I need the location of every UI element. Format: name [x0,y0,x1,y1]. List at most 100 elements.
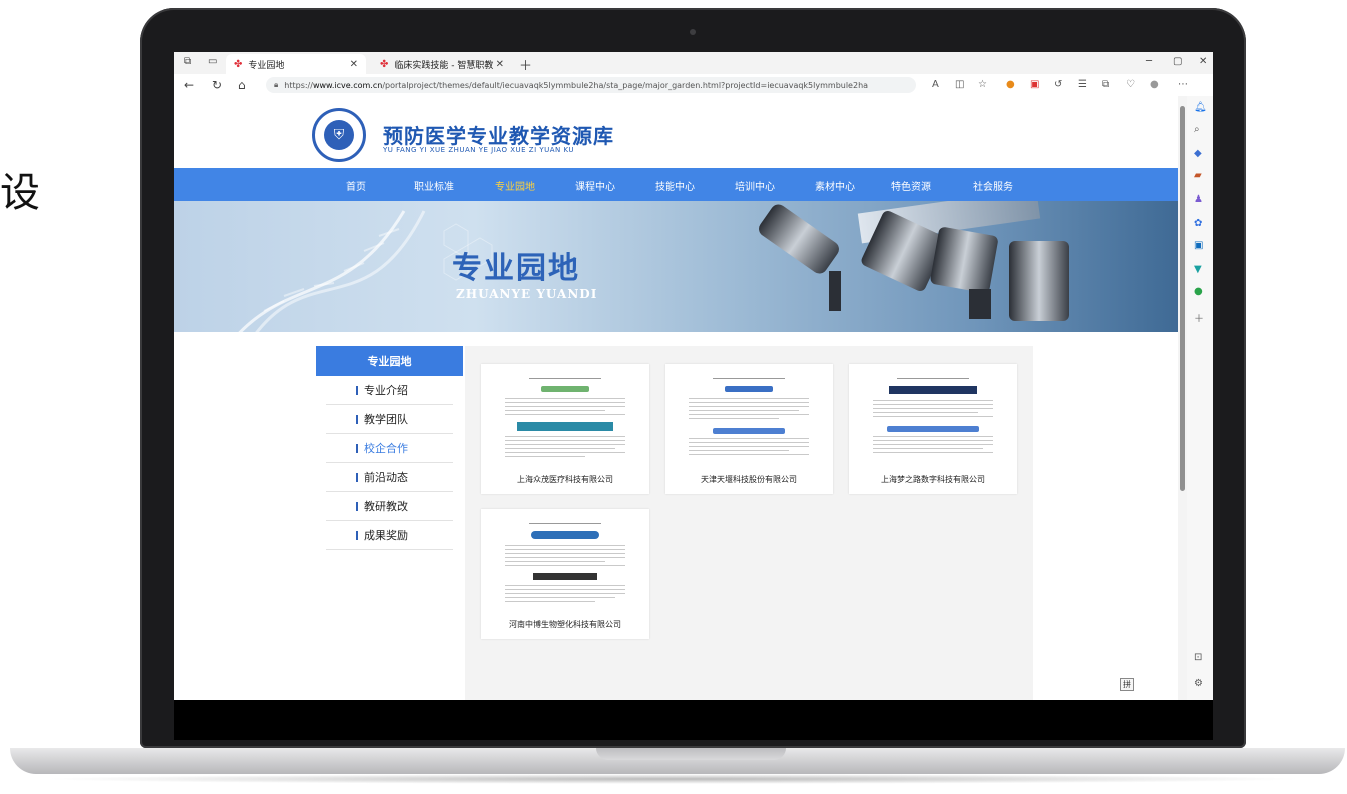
new-tab-icon[interactable]: ＋ [519,55,532,74]
company-card[interactable]: 河南中博生物塑化科技有限公司 [481,509,649,639]
nav-training[interactable]: 培训中心 [735,178,775,193]
tab-strip: ⧉ ▭ ✤ 专业园地 ✕ ✤ 临床实践技能 - 智慧职教 ✕ ＋ ─ ▢ ✕ [174,52,1213,74]
scrollbar-thumb[interactable] [1180,106,1185,491]
laptop-notch [596,748,786,760]
browser-window: ⧉ ▭ ✤ 专业园地 ✕ ✤ 临床实践技能 - 智慧职教 ✕ ＋ ─ ▢ ✕ ←… [174,52,1213,700]
document-thumbnail [499,372,631,460]
laptop-shadow [40,774,1307,784]
nav-featured[interactable]: 特色资源 [891,178,931,193]
camera-dot [690,29,696,35]
close-window-icon[interactable]: ✕ [1199,56,1207,67]
tag-icon[interactable]: ◆ [1194,148,1202,159]
url-field[interactable]: 🔒︎ https://www.icve.com.cn/portalproject… [266,77,916,93]
games-icon[interactable]: ♟ [1194,194,1203,205]
office-icon[interactable]: ✿ [1194,218,1202,229]
minimize-icon[interactable]: ─ [1146,56,1152,67]
favorites-list-icon[interactable]: ☰ [1078,79,1087,90]
maximize-icon[interactable]: ▢ [1173,56,1182,67]
url-domain: www.icve.com.cn [312,80,383,90]
extension-color-icon[interactable]: ● [1006,79,1015,90]
profile-avatar-icon[interactable]: ● [1150,79,1159,90]
nav-skills[interactable]: 技能中心 [655,178,695,193]
web-page: ⛨ 预防医学专业教学资源库 YU FANG YI XUE ZHUAN YE JI… [174,96,1178,700]
collections-icon[interactable]: ⧉ [1102,79,1109,90]
more-menu-icon[interactable]: ⋯ [1178,79,1188,90]
shopping-icon[interactable]: ▰ [1194,170,1202,181]
sidebar-heading: 专业园地 [316,346,463,376]
search-icon[interactable]: ⌕ [1194,124,1200,135]
sidebar-item-label: 教研教改 [364,500,408,513]
designer-icon[interactable]: ▼ [1194,264,1202,275]
site-favicon-icon: ✤ [234,58,243,70]
bell-icon[interactable]: 🔔︎ [1194,102,1207,113]
company-name: 河南中博生物塑化科技有限公司 [509,620,621,629]
spotify-icon[interactable]: ● [1194,286,1203,297]
document-thumbnail [683,372,815,460]
company-name: 上海众茂医疗科技有限公司 [517,475,613,484]
bullet-bar [356,385,358,395]
hero-banner: 专业园地 ZHUANYE YUANDI [174,201,1178,332]
nav-social-service[interactable]: 社会服务 [973,178,1013,193]
site-subtitle: YU FANG YI XUE ZHUAN YE JIAO XUE ZI YUAN… [383,146,575,154]
bullet-bar [356,443,358,453]
edge-sidebar: 🔔︎ ⌕ ◆ ▰ ♟ ✿ ▣ ▼ ● ＋ ⊡ ⚙ [1187,96,1213,700]
nav-standards[interactable]: 职业标准 [414,178,454,193]
sidebar-item-label: 前沿动态 [364,471,408,484]
main-navigation: 首页 职业标准 专业园地 课程中心 技能中心 培训中心 素材中心 特色资源 社会… [174,168,1178,201]
sidebar-item-awards[interactable]: 成果奖励 [326,521,453,550]
content-area: 专业园地 专业介绍 教学团队 校企合作 前沿动态 教研教改 成果奖励 上海众茂医… [174,332,1178,700]
company-card[interactable]: 上海梦之路数字科技有限公司 [849,364,1017,494]
site-header: ⛨ 预防医学专业教学资源库 YU FANG YI XUE ZHUAN YE JI… [174,96,1178,168]
split-screen-icon[interactable]: ⊡ [1194,652,1202,663]
add-sidebar-icon[interactable]: ＋ [1194,310,1204,325]
sidebar-item-label: 教学团队 [364,413,408,426]
sidebar-item-reform[interactable]: 教研教改 [326,492,453,521]
nav-home[interactable]: 首页 [346,178,366,193]
ime-indicator[interactable]: 拼 [1120,678,1134,691]
lock-icon: 🔒︎ [274,80,279,89]
bullet-bar [356,530,358,540]
extension-loop-icon[interactable]: ↺ [1054,79,1062,90]
site-favicon-icon: ✤ [380,58,389,70]
nav-courses[interactable]: 课程中心 [575,178,615,193]
sidebar-item-label: 校企合作 [364,442,408,455]
refresh-icon[interactable]: ↻ [212,78,222,92]
address-toolbar: ← ↻ ⌂ 🔒︎ https://www.icve.com.cn/portalp… [174,74,1213,97]
nav-major-garden[interactable]: 专业园地 [495,178,535,193]
company-card[interactable]: 天津天堰科技股份有限公司 [665,364,833,494]
site-title: 预防医学专业教学资源库 [383,124,614,148]
tab-major-garden[interactable]: ✤ 专业园地 ✕ [226,54,366,74]
read-aloud-icon[interactable]: A [932,79,939,90]
document-thumbnail [867,372,999,460]
extension-red-icon[interactable]: ▣ [1030,79,1039,90]
screen-bezel [174,700,1213,740]
page-scrollbar[interactable] [1178,96,1187,700]
tab-actions-icon[interactable]: ▭ [208,56,217,67]
partial-side-character: 设 [0,170,40,216]
site-logo[interactable]: ⛨ [312,108,366,162]
sidebar-item-intro[interactable]: 专业介绍 [326,376,453,405]
settings-gear-icon[interactable]: ⚙ [1194,678,1203,689]
reader-view-icon[interactable]: ◫ [955,79,964,90]
close-tab-icon[interactable]: ✕ [496,59,504,70]
back-arrow-icon[interactable]: ← [184,78,194,92]
nav-materials[interactable]: 素材中心 [815,178,855,193]
sidebar-item-frontier[interactable]: 前沿动态 [326,463,453,492]
company-card[interactable]: 上海众茂医疗科技有限公司 [481,364,649,494]
bullet-bar [356,501,358,511]
outlook-icon[interactable]: ▣ [1194,240,1203,251]
tab-clinical-skills[interactable]: ✤ 临床实践技能 - 智慧职教 ✕ [372,54,512,74]
bullet-bar [356,472,358,482]
sidebar-item-team[interactable]: 教学团队 [326,405,453,434]
workspaces-icon[interactable]: ⧉ [184,56,191,67]
performance-icon[interactable]: ♡ [1126,79,1135,90]
company-panel: 上海众茂医疗科技有限公司 天津天堰科技股份有限公司 上海梦之路数字科技有限公司 … [465,346,1033,700]
sidebar-item-label: 专业介绍 [364,384,408,397]
close-tab-icon[interactable]: ✕ [350,59,358,70]
home-icon[interactable]: ⌂ [238,78,246,92]
company-name: 天津天堰科技股份有限公司 [701,475,797,484]
sidebar-item-cooperation[interactable]: 校企合作 [326,434,453,463]
sidebar-item-label: 成果奖励 [364,529,408,542]
url-path: /portalproject/themes/default/iecuavaqk5… [382,80,869,90]
favorite-star-icon[interactable]: ☆ [978,79,987,90]
